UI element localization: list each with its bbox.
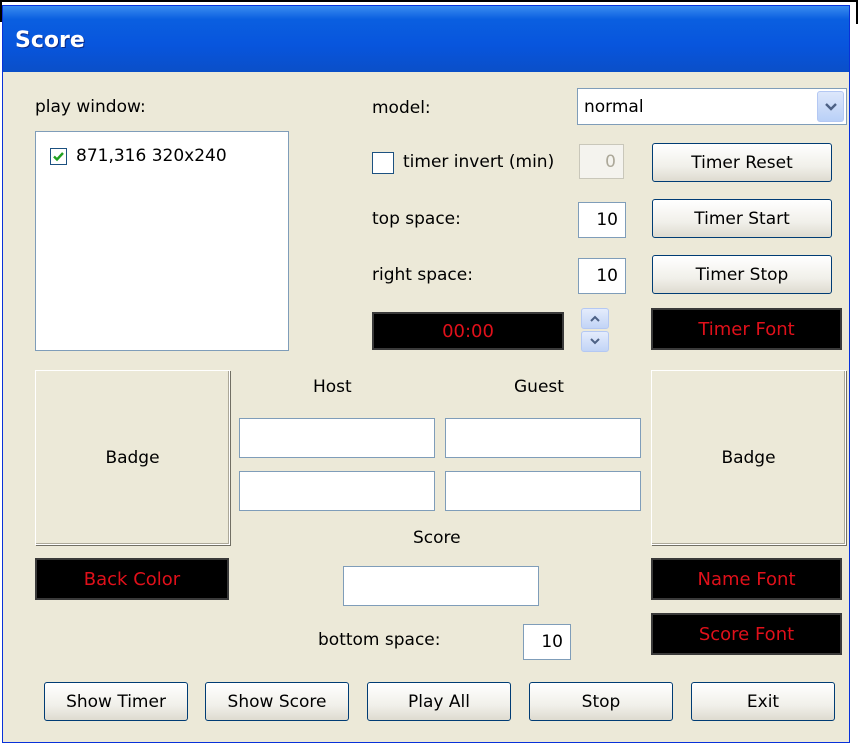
model-selected-value: normal (584, 97, 644, 117)
host-score-input[interactable] (239, 471, 435, 511)
back-color-button[interactable]: Back Color (35, 558, 229, 600)
play-all-button[interactable]: Play All (367, 682, 511, 721)
model-select[interactable]: normal (577, 88, 847, 125)
timer-display: 00:00 (372, 312, 564, 350)
timer-font-button[interactable]: Timer Font (651, 308, 842, 350)
name-font-button[interactable]: Name Font (651, 558, 842, 600)
timer-reset-button[interactable]: Timer Reset (652, 143, 832, 182)
exit-button[interactable]: Exit (691, 682, 835, 721)
score-font-button[interactable]: Score Font (651, 613, 842, 655)
play-window-label: play window: (35, 97, 146, 117)
window-title: Score (15, 28, 85, 53)
chevron-down-icon[interactable] (817, 91, 844, 122)
score-label: Score (413, 528, 461, 548)
top-space-input[interactable]: 10 (578, 202, 626, 238)
play-window-list[interactable]: 871,316 320x240 (35, 131, 289, 351)
list-item-label: 871,316 320x240 (76, 146, 227, 166)
host-name-input[interactable] (239, 418, 435, 458)
timer-invert-label: timer invert (min) (403, 152, 555, 172)
guest-label: Guest (514, 377, 564, 397)
timer-invert-checkbox[interactable]: timer invert (min) (372, 150, 569, 176)
stop-button[interactable]: Stop (529, 682, 673, 721)
right-badge[interactable]: Badge (651, 370, 846, 545)
timer-spinner[interactable] (579, 306, 611, 354)
title-bar[interactable]: Score (3, 6, 849, 72)
score-input[interactable] (343, 566, 539, 606)
timer-stop-button[interactable]: Timer Stop (652, 255, 832, 294)
guest-name-input[interactable] (445, 418, 641, 458)
checkbox-unchecked-icon[interactable] (372, 152, 394, 174)
bottom-space-label: bottom space: (318, 630, 441, 650)
spin-up-icon[interactable] (581, 308, 609, 329)
timer-start-button[interactable]: Timer Start (652, 199, 832, 238)
top-border-line (0, 0, 858, 2)
right-space-label: right space: (372, 265, 473, 285)
model-label: model: (372, 98, 431, 118)
checkbox-checked-icon[interactable] (50, 148, 67, 165)
bottom-space-input[interactable]: 10 (523, 624, 571, 660)
show-score-button[interactable]: Show Score (205, 682, 349, 721)
spin-down-icon[interactable] (581, 331, 609, 352)
left-badge[interactable]: Badge (35, 370, 230, 545)
top-space-label: top space: (372, 209, 461, 229)
right-space-input[interactable]: 10 (578, 258, 626, 294)
guest-score-input[interactable] (445, 471, 641, 511)
timer-invert-input[interactable]: 0 (579, 144, 624, 179)
host-label: Host (313, 377, 352, 397)
show-timer-button[interactable]: Show Timer (44, 682, 188, 721)
